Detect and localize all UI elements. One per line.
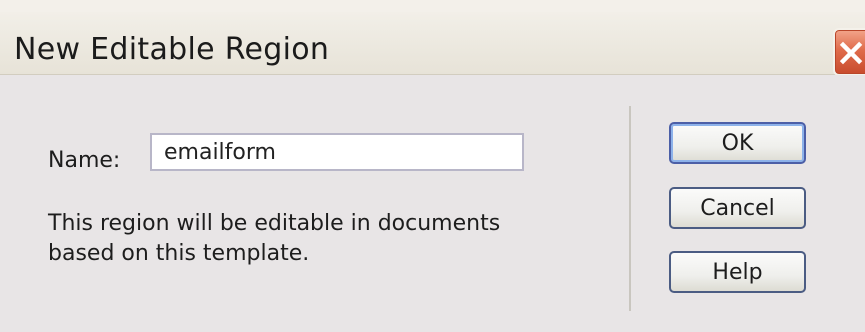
close-button[interactable]: × [833, 28, 865, 76]
vertical-divider [629, 106, 631, 311]
close-icon: × [835, 30, 865, 74]
help-button[interactable]: Help [669, 251, 806, 293]
name-label: Name: [48, 148, 121, 173]
name-input[interactable] [150, 133, 524, 171]
window-title: New Editable Region [14, 32, 330, 67]
dialog-content: Name: This region will be editable in do… [0, 75, 865, 332]
cancel-button[interactable]: Cancel [669, 187, 806, 229]
top-strip [0, 0, 865, 12]
new-editable-region-dialog: New Editable Region × Name: This region … [0, 0, 865, 332]
ok-button[interactable]: OK [669, 122, 806, 164]
title-bar[interactable]: New Editable Region × [0, 12, 865, 76]
description-text: This region will be editable in document… [48, 211, 501, 266]
